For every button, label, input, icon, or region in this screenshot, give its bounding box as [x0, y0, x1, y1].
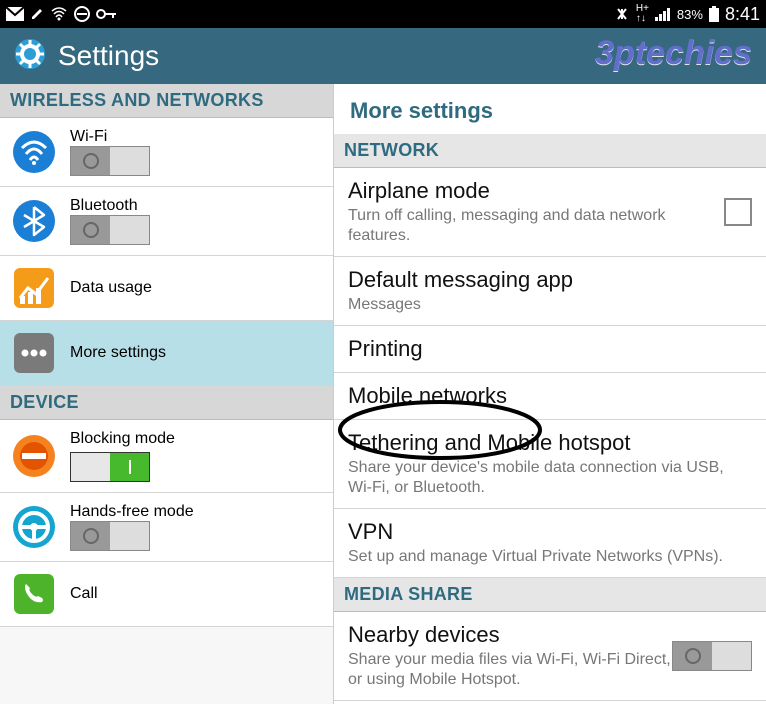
more-settings-label: More settings [70, 344, 166, 362]
battery-icon [709, 6, 719, 22]
sidebar-item-blocking-mode[interactable]: Blocking mode [0, 420, 333, 493]
airplane-checkbox[interactable] [724, 198, 752, 226]
blocking-icon [12, 434, 56, 478]
phone-icon [12, 572, 56, 616]
vibrate-icon [614, 7, 630, 21]
blocking-label: Blocking mode [70, 430, 175, 448]
sidebar-item-hands-free[interactable]: Hands-free mode [0, 493, 333, 562]
item-vpn[interactable]: VPN Set up and manage Virtual Private Ne… [334, 509, 766, 578]
sidebar-item-call[interactable]: Call [0, 562, 333, 627]
section-network: NETWORK [334, 134, 766, 168]
status-bar: H+↑↓ 83% 8:41 [0, 0, 766, 28]
clock: 8:41 [725, 4, 760, 25]
airplane-name: Airplane mode [348, 178, 716, 204]
defmsg-desc: Messages [348, 295, 752, 315]
right-pane: More settings NETWORK Airplane mode Turn… [334, 84, 766, 704]
vpn-desc: Set up and manage Virtual Private Networ… [348, 547, 752, 567]
edit-icon [30, 7, 44, 21]
mobile-networks-name: Mobile networks [348, 383, 752, 409]
wifi-label: Wi-Fi [70, 128, 150, 146]
blocking-toggle[interactable] [70, 452, 150, 482]
airplane-desc: Turn off calling, messaging and data net… [348, 206, 716, 246]
hplus-icon: H+↑↓ [636, 4, 649, 24]
tethering-name: Tethering and Mobile hotspot [348, 430, 752, 456]
handsfree-label: Hands-free mode [70, 503, 194, 521]
mail-icon [6, 7, 24, 21]
nearby-toggle[interactable] [672, 641, 752, 671]
dnd-icon [74, 6, 90, 22]
battery-percent: 83% [677, 7, 703, 22]
app-bar: Settings 3ptechies [0, 28, 766, 84]
settings-gear-icon [12, 36, 48, 77]
more-icon [12, 331, 56, 375]
call-label: Call [70, 585, 98, 603]
signal-icon [655, 7, 671, 21]
wifi-circle-icon [12, 130, 56, 174]
nearby-desc: Share your media files via Wi-Fi, Wi-Fi … [348, 650, 672, 690]
item-nearby-devices[interactable]: Nearby devices Share your media files vi… [334, 612, 766, 701]
handsfree-toggle[interactable] [70, 521, 150, 551]
bluetooth-toggle[interactable] [70, 215, 150, 245]
tethering-desc: Share your device's mobile data connecti… [348, 458, 752, 498]
item-tethering[interactable]: Tethering and Mobile hotspot Share your … [334, 420, 766, 509]
section-media-share: MEDIA SHARE [334, 578, 766, 612]
wifi-icon [50, 7, 68, 21]
sidebar-item-wifi[interactable]: Wi-Fi [0, 118, 333, 187]
left-pane: WIRELESS AND NETWORKS Wi-Fi Bluetooth [0, 84, 334, 704]
chart-icon [12, 266, 56, 310]
data-usage-label: Data usage [70, 279, 152, 297]
watermark: 3ptechies [595, 34, 752, 73]
right-title: More settings [334, 84, 766, 134]
steering-wheel-icon [12, 505, 56, 549]
section-wireless-networks: WIRELESS AND NETWORKS [0, 84, 333, 118]
item-printing[interactable]: Printing [334, 326, 766, 373]
sidebar-item-data-usage[interactable]: Data usage [0, 256, 333, 321]
printing-name: Printing [348, 336, 752, 362]
wifi-toggle[interactable] [70, 146, 150, 176]
item-default-messaging[interactable]: Default messaging app Messages [334, 257, 766, 326]
vpn-name: VPN [348, 519, 752, 545]
nearby-name: Nearby devices [348, 622, 672, 648]
key-icon [96, 8, 118, 20]
bluetooth-circle-icon [12, 199, 56, 243]
item-mobile-networks[interactable]: Mobile networks [334, 373, 766, 420]
item-airplane-mode[interactable]: Airplane mode Turn off calling, messagin… [334, 168, 766, 257]
bluetooth-label: Bluetooth [70, 197, 150, 215]
sidebar-item-bluetooth[interactable]: Bluetooth [0, 187, 333, 256]
sidebar-item-more-settings[interactable]: More settings [0, 321, 333, 386]
defmsg-name: Default messaging app [348, 267, 752, 293]
section-device: DEVICE [0, 386, 333, 420]
page-title: Settings [58, 40, 159, 72]
